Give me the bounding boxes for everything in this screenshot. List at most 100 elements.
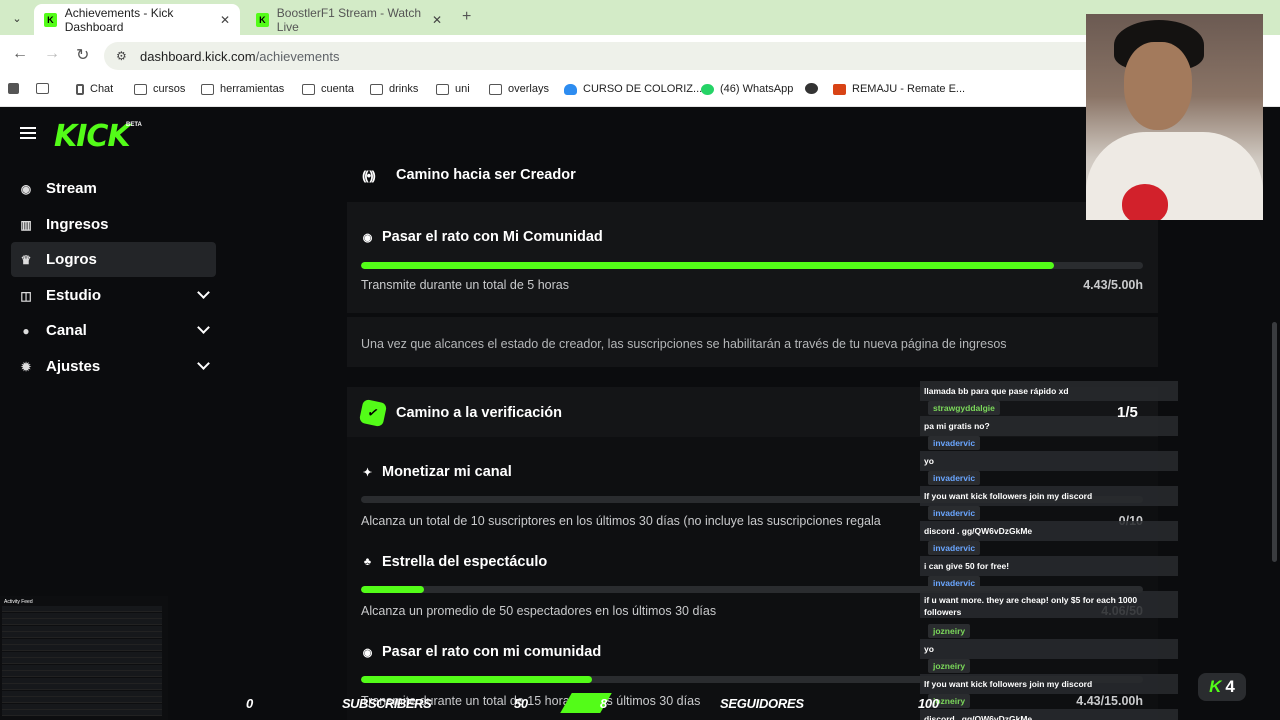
folder-icon <box>436 83 449 95</box>
folder-icon <box>370 83 383 95</box>
tab-search-icon[interactable]: ⌄ <box>8 9 26 27</box>
globe-icon <box>805 83 818 94</box>
bookmark-globe[interactable] <box>805 83 824 94</box>
kick-favicon-icon: K <box>44 12 57 27</box>
chat-username: invadervic <box>928 436 981 450</box>
url-path: /achievements <box>255 48 340 64</box>
chat-message: llamada bb para que pase rápido xd <box>920 381 1178 401</box>
sidebar-item-ingresos[interactable]: ▥ Ingresos <box>11 207 216 242</box>
bookmark-cursos[interactable]: cursos <box>134 83 185 95</box>
bookmark-herramientas[interactable]: herramientas <box>201 83 284 95</box>
sparkle-icon: ✦ <box>362 466 373 479</box>
scrollbar[interactable] <box>1272 322 1277 562</box>
trophy-icon: ♛ <box>20 252 32 267</box>
folder-icon <box>201 83 214 95</box>
chat-message: pa mi gratis no? <box>920 416 1178 436</box>
sidebar-item-ajustes[interactable]: ✹ Ajustes <box>11 349 216 384</box>
forward-icon[interactable]: → <box>44 45 60 63</box>
close-tab-icon[interactable]: ✕ <box>432 13 442 27</box>
chat-message: yo <box>920 639 1178 659</box>
chat-username: invadervic <box>928 506 981 520</box>
bookmark-drinks[interactable]: drinks <box>370 83 418 95</box>
activity-row <box>2 645 162 651</box>
back-icon[interactable]: ← <box>12 45 28 63</box>
sidebar-item-estudio[interactable]: ◫ Estudio <box>11 278 216 313</box>
whatsapp-icon <box>701 83 714 95</box>
activity-row <box>2 638 162 645</box>
menu-icon[interactable] <box>20 127 36 139</box>
chart-icon: ▥ <box>20 217 32 232</box>
close-tab-icon[interactable]: ✕ <box>220 13 230 27</box>
activity-row <box>2 625 162 632</box>
chat-message: discord . gg/QW6vDzGkMe <box>920 521 1178 541</box>
activity-row <box>2 677 162 684</box>
activity-row <box>2 612 162 619</box>
verified-badge-icon: ✓ <box>358 398 388 428</box>
tab-title: Achievements - Kick Dashboard <box>64 5 174 34</box>
task-title: ✦ Monetizar mi canal <box>362 464 512 480</box>
kick-logo[interactable]: KICK <box>54 119 131 154</box>
broadcast-icon: ◉ <box>20 181 32 196</box>
user-icon: ● <box>22 323 30 338</box>
task-description: Transmite durante un total de 5 horas <box>361 278 569 292</box>
heart-icon <box>1122 184 1168 220</box>
kick-count-badge: K4 <box>1198 673 1246 701</box>
tab-stream[interactable]: K BoostlerF1 Stream - Watch Live ✕ <box>246 4 452 35</box>
chevron-down-icon[interactable] <box>197 321 210 334</box>
subs-label: SUBSCRIBERS <box>342 696 432 711</box>
bookmark-remaju[interactable]: REMAJU - Remate E... <box>833 83 965 95</box>
followers-current: 8 <box>600 696 607 711</box>
chat-message: if u want more. they are cheap! only $5 … <box>920 591 1178 618</box>
bookmark-uni[interactable]: uni <box>436 83 470 95</box>
activity-row <box>2 664 162 671</box>
bookmark-curso[interactable]: CURSO DE COLORIZ... <box>564 83 702 95</box>
bookmark-overlays[interactable]: overlays <box>489 83 549 95</box>
task-title: ◉ Pasar el rato con mi comunidad <box>362 644 602 660</box>
section-title: Camino hacia ser Creador <box>396 167 576 183</box>
progress-fill <box>361 262 1054 269</box>
site-info-icon[interactable]: ⚙ <box>116 49 134 63</box>
bookmark-cuenta[interactable]: cuenta <box>302 83 354 95</box>
tab-achievements[interactable]: K Achievements - Kick Dashboard ✕ <box>34 4 240 35</box>
sidebar-item-label: Logros <box>46 251 97 268</box>
progress-fill <box>361 586 425 593</box>
folder-icon <box>302 83 315 95</box>
sidebar-item-stream[interactable]: ◉ Stream <box>11 171 216 206</box>
chat-overlay: llamada bb para que pase rápido xd strawg… <box>920 381 1178 720</box>
progress-bar <box>361 262 1143 269</box>
sidebar-item-label: Stream <box>46 180 97 197</box>
chat-username: invadervic <box>928 541 981 555</box>
sidebar-item-label: Ajustes <box>46 358 101 375</box>
address-bar[interactable]: ⚙ dashboard.kick.com/achievements <box>104 42 1104 70</box>
broadcast-icon: ◉ <box>362 231 373 244</box>
sidebar-item-canal[interactable]: ● Canal <box>11 313 216 348</box>
bookmark-whatsapp[interactable]: (46) WhatsApp <box>701 83 793 95</box>
folder-icon <box>489 83 502 95</box>
chevron-down-icon[interactable] <box>197 286 210 299</box>
chat-username: jozneiry <box>928 624 971 638</box>
subs-target: 50 <box>514 696 528 711</box>
followers-label: SEGUIDORES <box>720 696 804 711</box>
beta-badge: BETA <box>126 122 142 128</box>
apps-icon[interactable] <box>8 83 25 94</box>
grid-icon[interactable] <box>36 83 55 94</box>
activity-row <box>2 651 162 658</box>
activity-row <box>2 632 162 638</box>
activity-row <box>2 671 162 677</box>
gear-icon: ✹ <box>20 359 32 374</box>
chat-message: i can give 50 for free! <box>920 556 1178 576</box>
followers-target: 100 <box>918 696 939 711</box>
chat-message: If you want kick followers join my disco… <box>920 486 1178 506</box>
sidebar-item-label: Ingresos <box>46 216 109 233</box>
section-title: Camino a la verificación <box>396 405 563 421</box>
kick-k-icon: K <box>1209 677 1222 696</box>
bookmark-chat[interactable]: Chat <box>76 83 113 95</box>
creator-task-card <box>347 202 1158 313</box>
reload-icon[interactable]: ↻ <box>76 45 89 65</box>
task-title: ◉ Pasar el rato con Mi Comunidad <box>362 229 603 245</box>
tab-title: BoostlerF1 Stream - Watch Live <box>276 5 422 34</box>
chevron-down-icon[interactable] <box>197 357 210 370</box>
new-tab-icon[interactable]: + <box>462 8 471 26</box>
chat-username: invadervic <box>928 576 981 590</box>
sidebar-item-logros[interactable]: ♛ Logros <box>11 242 216 277</box>
